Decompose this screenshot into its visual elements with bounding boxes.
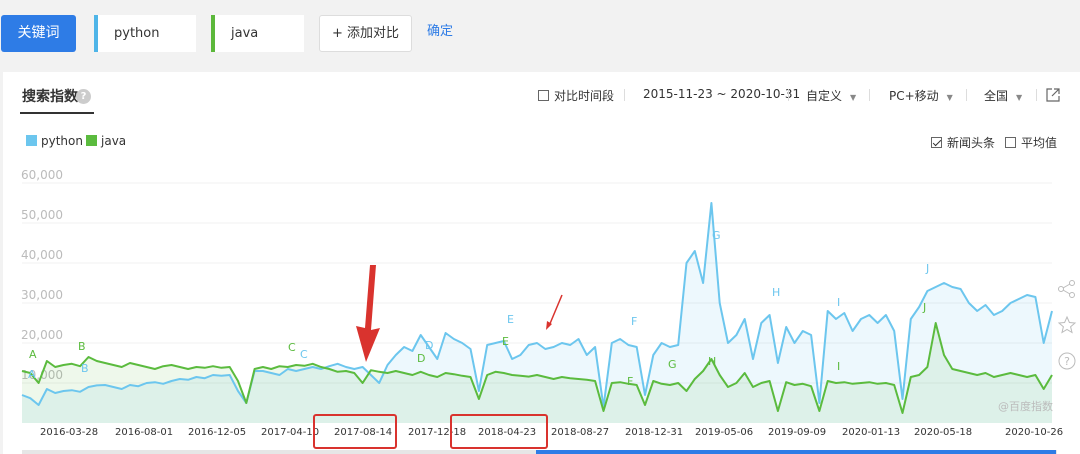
x-tick-label: 2016-12-05 bbox=[188, 427, 247, 438]
java-event-marker[interactable]: G bbox=[668, 358, 677, 371]
share-icon[interactable] bbox=[1053, 279, 1080, 306]
baidu-index-watermark: @百度指数 bbox=[998, 400, 1053, 413]
x-tick-label: 2016-03-28 bbox=[40, 427, 99, 438]
red-arrow-icon bbox=[356, 265, 380, 362]
x-tick-label: 2018-12-31 bbox=[625, 427, 684, 438]
python-event-marker[interactable]: D bbox=[425, 339, 433, 352]
python-event-marker[interactable]: J bbox=[925, 262, 929, 275]
range-slider-selection[interactable] bbox=[536, 450, 1056, 454]
python-event-marker[interactable]: A bbox=[28, 368, 36, 381]
highlight-box-2017-08-14 bbox=[313, 414, 397, 449]
python-event-marker[interactable]: E bbox=[507, 313, 514, 326]
java-event-marker[interactable]: A bbox=[29, 348, 37, 361]
x-tick-label: 2020-10-26 bbox=[1005, 427, 1064, 438]
x-tick-label: 2018-08-27 bbox=[551, 427, 610, 438]
x-tick-label: 2017-04-10 bbox=[261, 427, 320, 438]
x-tick-label: 2019-05-06 bbox=[695, 427, 754, 438]
highlight-box-2018-04-23 bbox=[450, 414, 548, 449]
x-tick-label: 2019-09-09 bbox=[768, 427, 827, 438]
java-event-marker[interactable]: F bbox=[627, 375, 633, 388]
svg-text:?: ? bbox=[1064, 355, 1070, 368]
python-event-marker[interactable]: I bbox=[837, 296, 840, 309]
x-tick-label: 2016-08-01 bbox=[115, 427, 174, 438]
java-event-marker[interactable]: J bbox=[922, 301, 926, 314]
java-event-marker[interactable]: D bbox=[417, 352, 425, 365]
x-tick-label: 2020-05-18 bbox=[914, 427, 973, 438]
python-event-marker[interactable]: G bbox=[712, 229, 721, 242]
x-tick-label: 2020-01-13 bbox=[842, 427, 901, 438]
star-icon[interactable] bbox=[1053, 315, 1080, 342]
python-event-marker[interactable]: B bbox=[81, 362, 89, 375]
search-index-chart: A B C D E F G H I J A B C D E F G H I J bbox=[21, 182, 1053, 423]
red-pointer-line bbox=[548, 294, 563, 327]
question-icon[interactable]: ? bbox=[1053, 351, 1080, 378]
java-event-marker[interactable]: C bbox=[288, 341, 296, 354]
python-event-marker[interactable]: F bbox=[631, 315, 637, 328]
java-event-marker[interactable]: H bbox=[708, 355, 716, 368]
python-event-marker[interactable]: H bbox=[772, 286, 780, 299]
java-event-marker[interactable]: B bbox=[78, 340, 86, 353]
python-event-marker[interactable]: C bbox=[300, 348, 308, 361]
java-event-marker[interactable]: E bbox=[502, 335, 509, 348]
java-event-marker[interactable]: I bbox=[837, 360, 840, 373]
